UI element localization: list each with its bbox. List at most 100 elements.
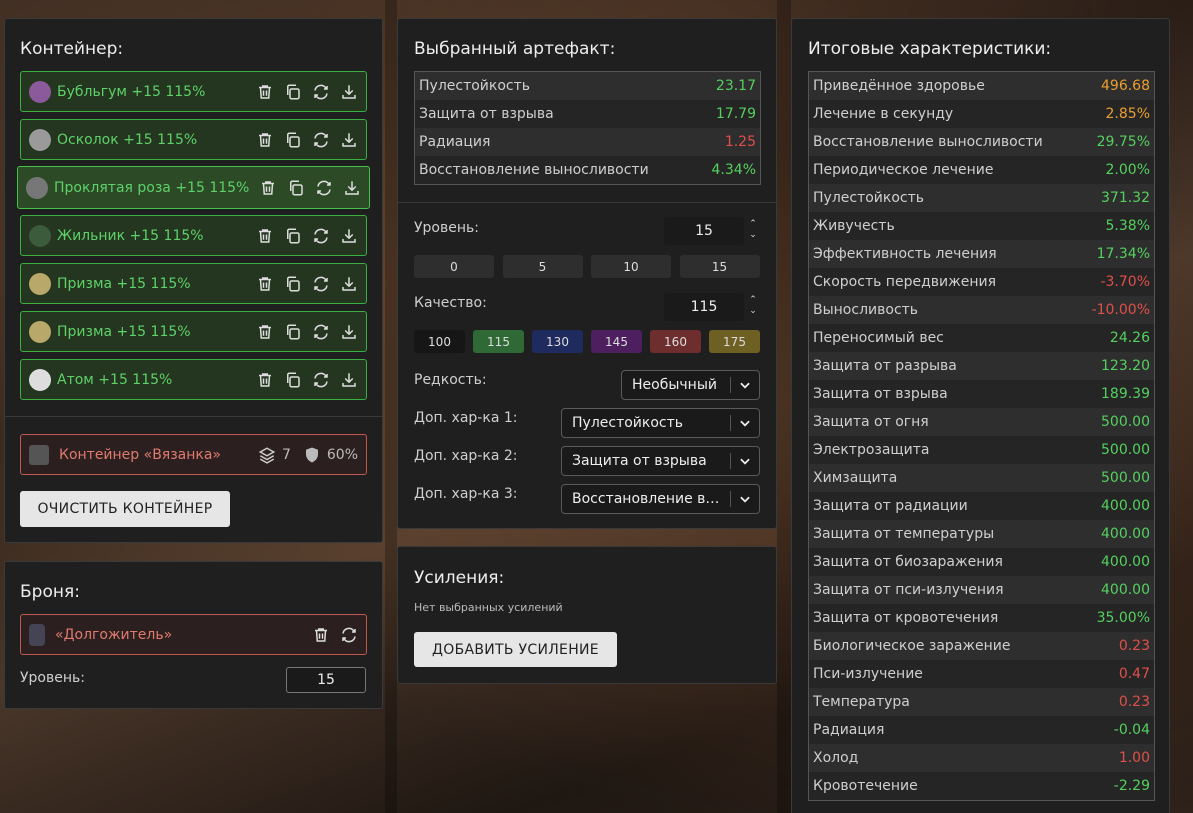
copy-icon[interactable]	[284, 323, 302, 341]
quality-preset-button[interactable]: 115	[473, 330, 524, 353]
artifact-slot[interactable]: Атом +15 115%	[20, 359, 367, 400]
bubblegum-icon	[29, 80, 51, 103]
clear-container-button[interactable]: ОЧИСТИТЬ КОНТЕЙНЕР	[20, 491, 230, 527]
stat-label: Радиация	[419, 134, 491, 150]
copy-icon[interactable]	[284, 371, 302, 389]
stat-row: Лечение в секунду 2.85%	[809, 100, 1154, 128]
stat-value: 400.00	[1101, 582, 1150, 598]
stat-value: 2.85%	[1105, 106, 1150, 122]
armor-level-input[interactable]: 15	[286, 667, 366, 693]
level-preset-button[interactable]: 10	[591, 255, 671, 278]
copy-icon[interactable]	[284, 131, 302, 149]
swap-icon[interactable]	[315, 179, 333, 197]
stat-value: -0.04	[1113, 722, 1150, 738]
extra1-select[interactable]: Пулестойкость	[561, 408, 760, 438]
download-icon[interactable]	[340, 131, 358, 149]
artifact-slot[interactable]: Бубльгум +15 115%	[20, 71, 367, 112]
stat-value: 500.00	[1101, 470, 1150, 486]
container-protection: 60%	[326, 446, 358, 463]
stat-label: Защита от радиации	[813, 498, 968, 514]
stat-value: 17.34%	[1096, 246, 1150, 262]
stat-value: 496.68	[1101, 78, 1150, 94]
copy-icon[interactable]	[284, 275, 302, 293]
stat-value: -3.70%	[1100, 274, 1150, 290]
totals-stats-table: Приведённое здоровье 496.68 Лечение в секу…	[808, 71, 1155, 801]
trash-icon[interactable]	[256, 131, 274, 149]
stat-label: Защита от взрыва	[419, 106, 554, 122]
artifact-divider	[398, 202, 776, 203]
swap-icon[interactable]	[312, 131, 330, 149]
stat-label: Холод	[813, 750, 859, 766]
swap-icon[interactable]	[312, 227, 330, 245]
swap-icon[interactable]	[340, 626, 358, 644]
artifact-quality-input[interactable]: 115	[664, 293, 744, 321]
trash-icon[interactable]	[312, 626, 330, 644]
armor-item[interactable]: «Долгожитель»	[20, 614, 367, 655]
container-item[interactable]: Контейнер «Вязанка» 7 60%	[20, 434, 367, 475]
trash-icon[interactable]	[259, 179, 277, 197]
slot-name: Проклятая роза +15 115%	[54, 179, 250, 196]
artifact-level-input[interactable]: 15	[664, 217, 744, 245]
slot-name: Призма +15 115%	[57, 275, 191, 292]
download-icon[interactable]	[343, 179, 361, 197]
artifact-slot[interactable]: Жильник +15 115%	[20, 215, 367, 256]
extra2-select[interactable]: Защита от взрыва	[561, 446, 760, 476]
level-preset-button[interactable]: 5	[502, 255, 583, 278]
slot-name: Бубльгум +15 115%	[57, 83, 206, 100]
copy-icon[interactable]	[284, 83, 302, 101]
quality-preset-button[interactable]: 175	[709, 330, 760, 353]
trash-icon[interactable]	[256, 323, 274, 341]
quality-preset-button[interactable]: 160	[650, 330, 701, 353]
stat-row: Защита от температуры 400.00	[809, 520, 1154, 548]
level-stepper[interactable]: ⌃ ⌄	[747, 219, 759, 241]
stat-label: Кровотечение	[813, 778, 918, 794]
level-preset-button[interactable]: 0	[414, 255, 494, 278]
swap-icon[interactable]	[312, 323, 330, 341]
extra3-select[interactable]: Восстановление выносливости	[561, 484, 760, 514]
trash-icon[interactable]	[256, 227, 274, 245]
trash-icon[interactable]	[256, 371, 274, 389]
trash-icon[interactable]	[256, 275, 274, 293]
artifact-slot[interactable]: Призма +15 115%	[20, 311, 367, 352]
copy-icon[interactable]	[287, 179, 305, 197]
rarity-select[interactable]: Необычный	[621, 370, 760, 400]
background-shadow	[777, 0, 791, 813]
shield-icon	[305, 447, 318, 462]
quality-preset-button[interactable]: 100	[414, 330, 465, 353]
stat-row: Радиация -0.04	[809, 716, 1154, 744]
artifact-slot[interactable]: Осколок +15 115%	[20, 119, 367, 160]
slot-name: Призма +15 115%	[57, 323, 191, 340]
download-icon[interactable]	[340, 83, 358, 101]
artifact-slot[interactable]: Проклятая роза +15 115%	[17, 166, 370, 209]
download-icon[interactable]	[340, 275, 358, 293]
stat-row: Пулестойкость 371.32	[809, 184, 1154, 212]
trash-icon[interactable]	[256, 83, 274, 101]
download-icon[interactable]	[340, 323, 358, 341]
level-preset-button[interactable]: 15	[679, 255, 760, 278]
stat-value: 23.17	[715, 78, 756, 94]
download-icon[interactable]	[340, 371, 358, 389]
armor-title: Броня:	[20, 582, 80, 602]
background-shadow	[385, 0, 397, 813]
container-title: Контейнер:	[20, 39, 124, 59]
quality-preset-button[interactable]: 145	[591, 330, 642, 353]
copy-icon[interactable]	[284, 227, 302, 245]
download-icon[interactable]	[340, 227, 358, 245]
artifact-slot[interactable]: Призма +15 115%	[20, 263, 367, 304]
swap-icon[interactable]	[312, 371, 330, 389]
quality-preset-button[interactable]: 130	[532, 330, 583, 353]
swap-icon[interactable]	[312, 83, 330, 101]
artifact-quality-label: Качество:	[414, 295, 487, 311]
stat-row: Кровотечение -2.29	[809, 772, 1154, 800]
stat-label: Пси-излучение	[813, 666, 923, 682]
stat-label: Лечение в секунду	[813, 106, 954, 122]
quality-stepper[interactable]: ⌃ ⌄	[747, 295, 759, 317]
add-boost-button[interactable]: ДОБАВИТЬ УСИЛЕНИЕ	[414, 632, 617, 667]
container-name: Контейнер «Вязанка»	[59, 446, 221, 463]
stat-label: Биологическое заражение	[813, 638, 1011, 654]
stat-row: Пси-излучение 0.47	[809, 660, 1154, 688]
stat-label: Радиация	[813, 722, 885, 738]
container-divider	[5, 416, 382, 417]
swap-icon[interactable]	[312, 275, 330, 293]
stat-row: Электрозащита 500.00	[809, 436, 1154, 464]
